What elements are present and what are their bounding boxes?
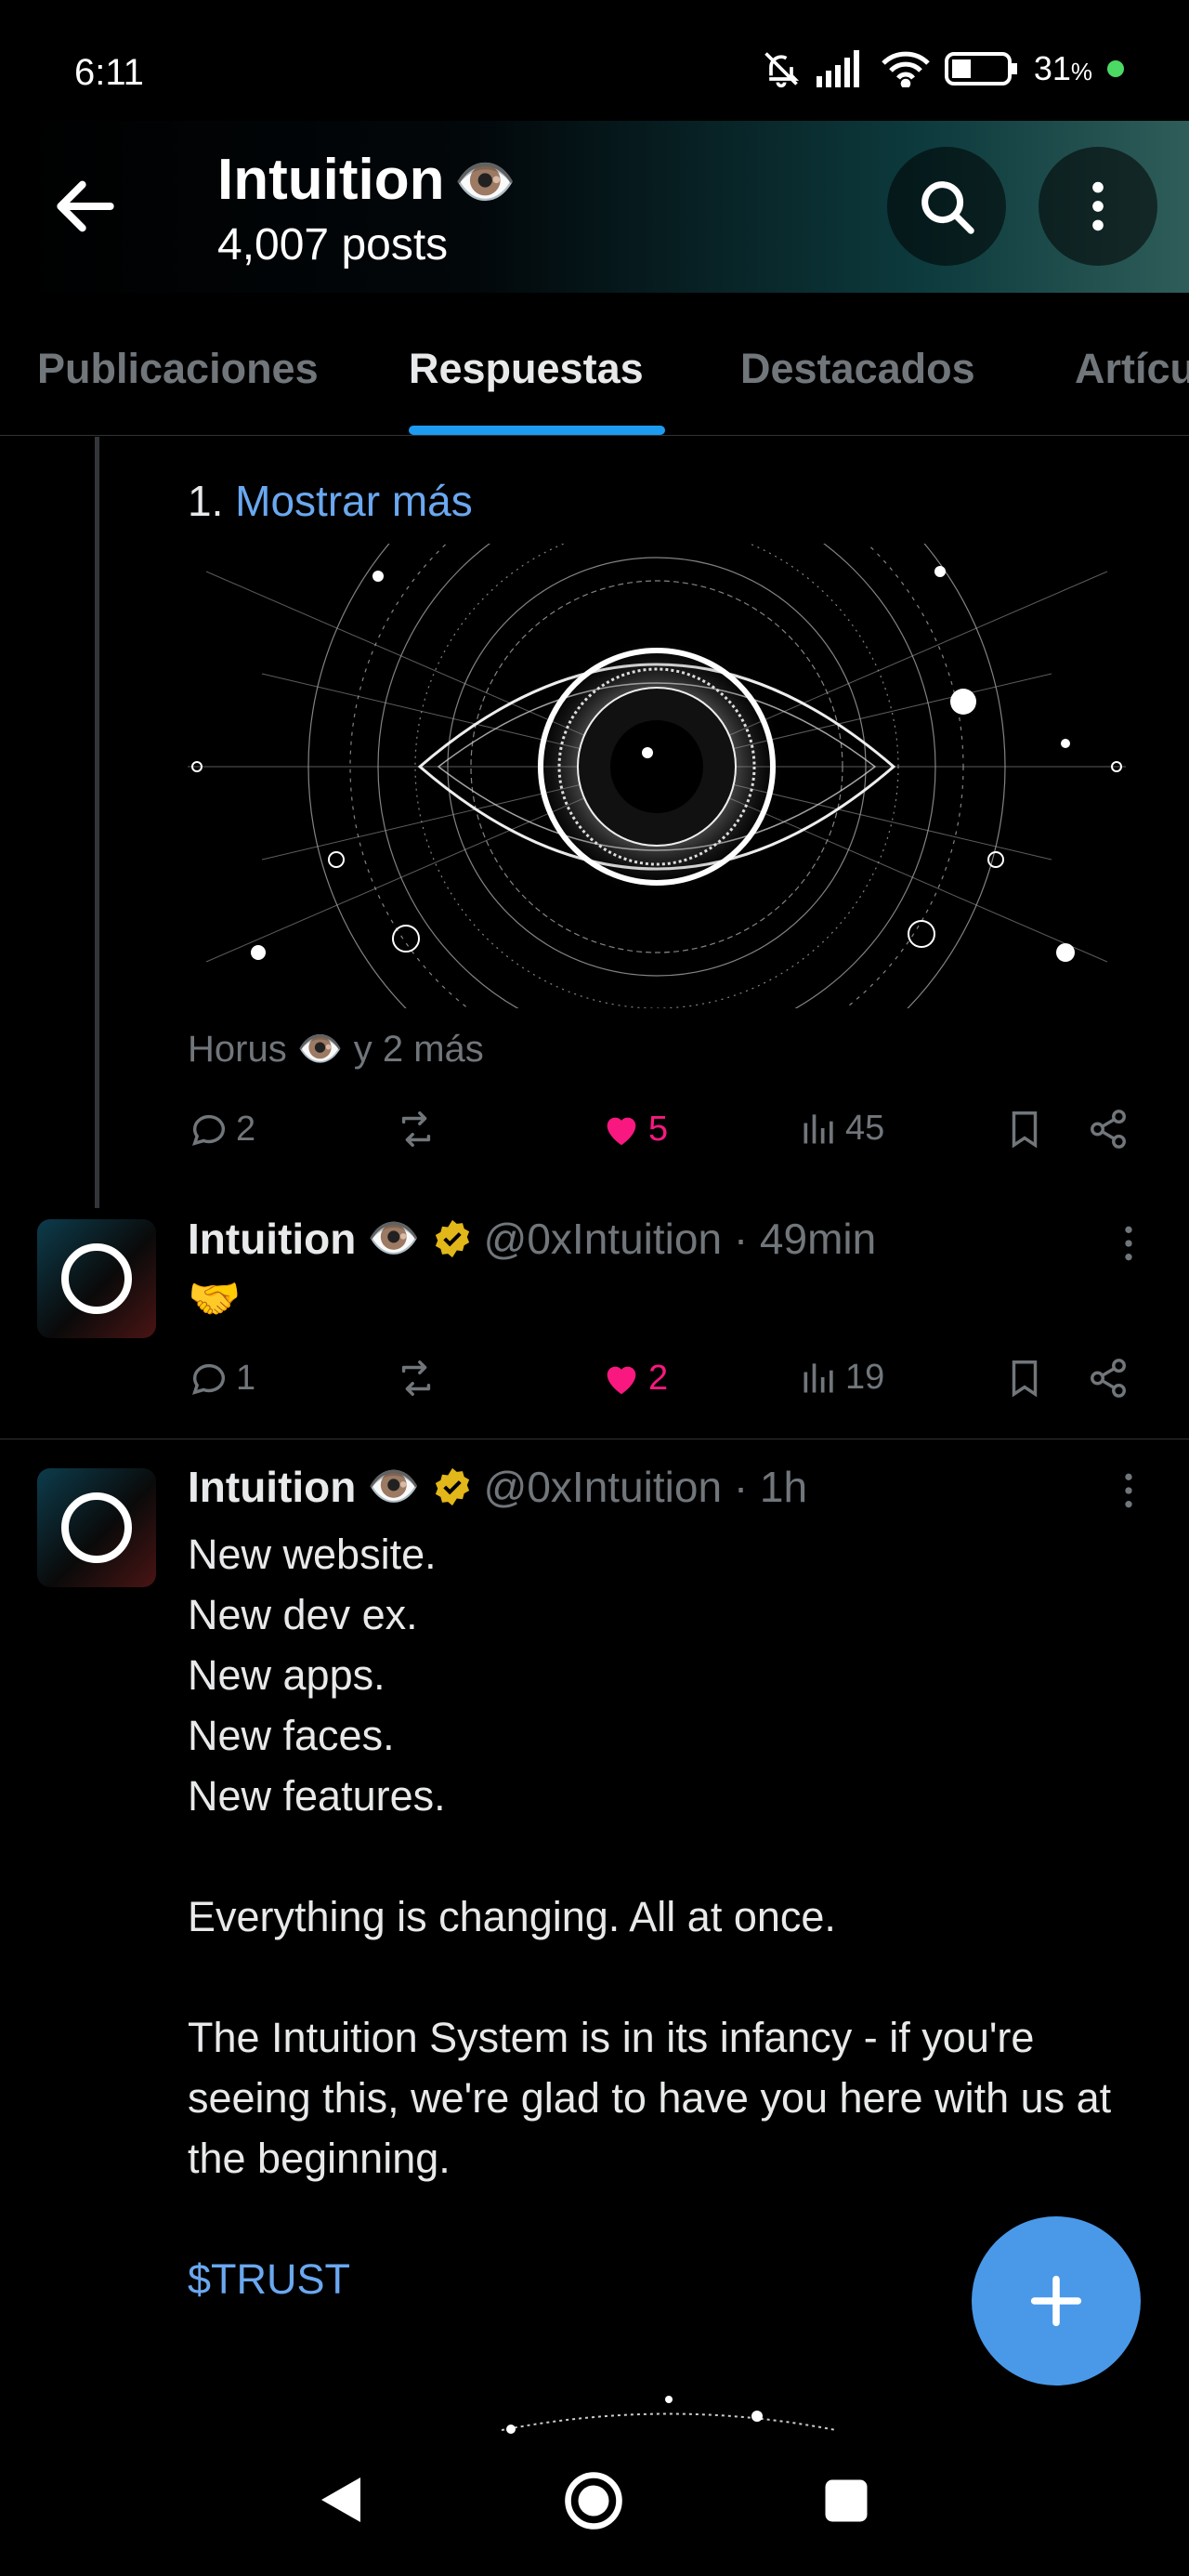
post-line: New features. bbox=[188, 1772, 446, 1820]
profile-tabs: Publicaciones Respuestas Destacados Artí… bbox=[0, 293, 1189, 436]
comment-icon bbox=[192, 1363, 226, 1395]
compose-button[interactable] bbox=[972, 2216, 1141, 2385]
wifi-icon bbox=[882, 51, 930, 87]
eye-emoji-icon: 👁️ bbox=[367, 1462, 421, 1510]
more-vertical-icon bbox=[1125, 1473, 1132, 1508]
eye-emoji-icon: 👁️ bbox=[367, 1214, 421, 1262]
views-button[interactable]: 19 bbox=[799, 1357, 884, 1398]
views-icon bbox=[804, 1363, 833, 1393]
post-actions: 2 5 45 bbox=[188, 1108, 1154, 1163]
tab-respuestas[interactable]: Respuestas bbox=[409, 345, 644, 393]
share-icon bbox=[1091, 1110, 1126, 1149]
heart-icon bbox=[607, 1366, 636, 1395]
repost-icon bbox=[401, 1360, 431, 1396]
bookmark-icon bbox=[1012, 1360, 1038, 1398]
heart-icon bbox=[607, 1117, 636, 1146]
eye-emoji-icon: 👁️ bbox=[453, 154, 516, 210]
intuition-logo-icon bbox=[61, 1243, 132, 1314]
author-name[interactable]: Intuition bbox=[188, 1462, 356, 1512]
tagged-users[interactable]: Horus 👁️ y 2 más bbox=[188, 1027, 484, 1071]
status-bar: 6:11 31% bbox=[0, 0, 1189, 121]
thread-line bbox=[95, 437, 99, 1208]
avatar[interactable] bbox=[37, 1468, 156, 1587]
back-button[interactable] bbox=[48, 169, 123, 243]
repost-button[interactable] bbox=[394, 1357, 438, 1400]
search-icon bbox=[921, 181, 974, 234]
views-icon bbox=[804, 1114, 833, 1144]
repost-icon bbox=[401, 1111, 431, 1147]
post-line: New website. bbox=[188, 1531, 437, 1578]
status-time: 6:11 bbox=[74, 52, 144, 93]
post-paragraph: Everything is changing. All at once. bbox=[188, 1893, 836, 1940]
post-line: New dev ex. bbox=[188, 1591, 418, 1638]
search-button[interactable] bbox=[887, 147, 1006, 266]
nav-back-icon[interactable] bbox=[316, 2472, 366, 2528]
arrow-left-icon bbox=[57, 180, 114, 232]
tab-publicaciones[interactable]: Publicaciones bbox=[37, 345, 319, 393]
bookmark-icon bbox=[1012, 1111, 1038, 1149]
posts-count: 4,007 posts bbox=[217, 220, 449, 269]
more-vertical-icon bbox=[1125, 1226, 1132, 1261]
like-button[interactable]: 5 bbox=[600, 1108, 668, 1150]
eye-artwork bbox=[188, 544, 1126, 1008]
more-options-button[interactable] bbox=[1039, 147, 1157, 266]
post-line: New apps. bbox=[188, 1651, 385, 1699]
profile-header: Intuition 👁️ 4,007 posts bbox=[0, 121, 1189, 293]
post-menu-button[interactable] bbox=[1115, 1470, 1143, 1516]
post-line: New faces. bbox=[188, 1712, 395, 1759]
author-name[interactable]: Intuition bbox=[188, 1214, 356, 1264]
reply-button[interactable]: 2 bbox=[188, 1108, 255, 1150]
author-handle-time: @0xIntuition · 1h bbox=[483, 1462, 808, 1511]
show-more-link[interactable]: Mostrar más bbox=[235, 477, 473, 525]
plus-icon bbox=[1030, 2275, 1082, 2327]
verified-badge-icon[interactable] bbox=[432, 1218, 473, 1259]
post-header: Intuition 👁️ @0xIntuition · 1h bbox=[188, 1461, 807, 1512]
tab-destacados[interactable]: Destacados bbox=[740, 345, 975, 393]
post-header: Intuition 👁️ @0xIntuition · 49min bbox=[188, 1213, 876, 1264]
charging-dot bbox=[1107, 60, 1124, 77]
nav-recents-icon[interactable] bbox=[823, 2477, 869, 2524]
post-actions: 1 2 19 bbox=[188, 1357, 1154, 1413]
share-icon bbox=[1091, 1359, 1126, 1398]
intuition-logo-icon bbox=[61, 1492, 132, 1563]
post-text: New website. New dev ex. New apps. New f… bbox=[188, 1524, 1154, 2309]
system-nav-bar bbox=[0, 2435, 1189, 2576]
avatar[interactable] bbox=[37, 1219, 156, 1338]
status-icons: 31% bbox=[761, 48, 1124, 89]
comment-icon bbox=[192, 1114, 226, 1146]
page-title: Intuition 👁️ bbox=[217, 148, 516, 212]
share-button[interactable] bbox=[1087, 1357, 1130, 1400]
verified-badge-icon[interactable] bbox=[432, 1466, 473, 1507]
tab-articulos[interactable]: Artícu bbox=[1075, 345, 1189, 393]
bookmark-button[interactable] bbox=[1003, 1357, 1046, 1400]
views-button[interactable]: 45 bbox=[799, 1108, 884, 1149]
nav-home-icon[interactable] bbox=[563, 2470, 624, 2531]
share-button[interactable] bbox=[1087, 1108, 1130, 1150]
repost-button[interactable] bbox=[394, 1108, 438, 1150]
post-image[interactable] bbox=[188, 544, 1126, 1008]
more-vertical-icon bbox=[1092, 181, 1104, 231]
bookmark-button[interactable] bbox=[1003, 1108, 1046, 1150]
post-menu-button[interactable] bbox=[1115, 1223, 1143, 1268]
battery-level: 31% bbox=[1033, 49, 1092, 87]
like-button[interactable]: 2 bbox=[600, 1357, 668, 1400]
tab-active-indicator bbox=[409, 426, 665, 435]
author-handle-time: @0xIntuition · 49min bbox=[483, 1214, 877, 1263]
post-image-preview[interactable] bbox=[483, 2388, 855, 2435]
mute-bell-icon bbox=[764, 52, 799, 88]
post-text: 🤝 bbox=[188, 1274, 242, 1322]
reply-button[interactable]: 1 bbox=[188, 1357, 255, 1400]
signal-icon bbox=[816, 50, 859, 87]
post-paragraph: The Intuition System is in its infancy -… bbox=[188, 2014, 1112, 2182]
battery-icon bbox=[944, 52, 1017, 85]
show-more-row: 1. Mostrar más bbox=[188, 477, 473, 525]
